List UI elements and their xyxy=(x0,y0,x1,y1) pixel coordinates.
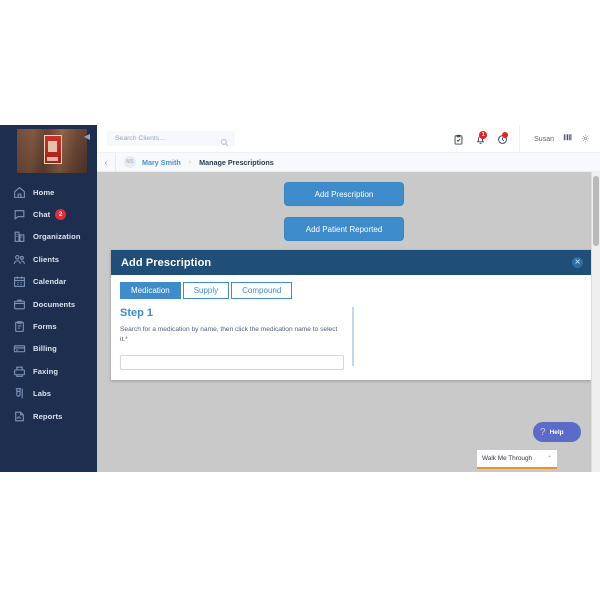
header-icon-group: 1 Susan xyxy=(447,125,600,153)
medication-search-input[interactable] xyxy=(120,354,344,370)
faxing-icon xyxy=(13,365,26,378)
organization-icon xyxy=(13,230,26,243)
home-icon xyxy=(13,186,26,199)
sidebar-item-label: Reports xyxy=(33,411,63,421)
client-search-box[interactable] xyxy=(107,131,235,147)
panel-body: Medication Supply Compound Step 1 Search… xyxy=(111,275,591,380)
sidebar-item-reports[interactable]: Reports xyxy=(0,405,97,427)
search-input[interactable] xyxy=(113,134,220,143)
reports-icon xyxy=(13,410,26,423)
notification-count-badge: 1 xyxy=(479,131,488,139)
left-sidebar: ◀ Home Chat 2 Organization Clients Calen… xyxy=(0,125,97,472)
barcode-icon[interactable] xyxy=(562,130,573,148)
sidebar-collapse-toggle[interactable]: ◀ xyxy=(82,132,92,142)
sidebar-item-home[interactable]: Home xyxy=(0,181,97,203)
clock-help-icon[interactable] xyxy=(491,125,513,153)
user-menu[interactable]: Susan xyxy=(519,125,600,153)
chevron-left-icon[interactable]: ‹ xyxy=(97,158,115,167)
breadcrumb-patient-link[interactable]: Mary Smith xyxy=(142,158,181,167)
sidebar-item-label: Home xyxy=(33,187,55,197)
sidebar-item-organization[interactable]: Organization xyxy=(0,226,97,248)
step-description-text: Search for a medication by name, then cl… xyxy=(120,326,338,343)
calendar-icon xyxy=(13,275,26,288)
prescription-type-tabs: Medication Supply Compound xyxy=(120,282,582,299)
chat-unread-badge: 2 xyxy=(55,208,66,220)
sidebar-item-billing[interactable]: Billing xyxy=(0,338,97,360)
user-name-label: Susan xyxy=(534,135,554,143)
top-header-bar: 1 Susan xyxy=(97,125,600,153)
sidebar-item-label: Billing xyxy=(33,344,57,354)
chevron-up-icon: ⌃ xyxy=(546,456,552,462)
sidebar-item-documents[interactable]: Documents xyxy=(0,293,97,315)
walk-me-through-label: Walk Me Through xyxy=(482,455,533,462)
forms-icon xyxy=(13,320,26,333)
clients-icon xyxy=(13,253,26,266)
sidebar-item-label: Documents xyxy=(33,299,76,309)
breadcrumb: ‹ MS Mary Smith › Manage Prescriptions xyxy=(97,152,600,172)
documents-icon xyxy=(13,298,26,311)
tab-compound[interactable]: Compound xyxy=(231,282,293,299)
gear-icon[interactable] xyxy=(581,130,590,148)
step-right-column xyxy=(354,305,582,370)
labs-icon xyxy=(13,387,26,400)
page-content: Add Prescription Add Patient Reported Ad… xyxy=(97,172,600,472)
notification-bell-icon[interactable]: 1 xyxy=(469,125,491,153)
content-scrollbar[interactable] xyxy=(591,172,600,472)
step-title: Step 1 xyxy=(120,307,154,319)
sidebar-item-chat[interactable]: Chat 2 xyxy=(0,203,97,225)
page-action-buttons: Add Prescription Add Patient Reported xyxy=(97,172,591,241)
chat-icon xyxy=(13,208,26,221)
sidebar-item-label: Faxing xyxy=(33,366,59,376)
sidebar-item-label: Calendar xyxy=(33,277,67,287)
tab-medication[interactable]: Medication xyxy=(120,282,181,299)
close-icon[interactable]: ✕ xyxy=(572,257,583,268)
practice-logo[interactable] xyxy=(17,129,87,173)
sidebar-item-label: Chat xyxy=(33,210,51,220)
walk-me-through-button[interactable]: Walk Me Through ⌃ xyxy=(477,450,557,469)
sidebar-item-forms[interactable]: Forms xyxy=(0,315,97,337)
add-patient-reported-button[interactable]: Add Patient Reported xyxy=(284,217,404,241)
panel-title: Add Prescription xyxy=(121,256,212,269)
panel-header: Add Prescription ✕ xyxy=(111,250,591,275)
avatar: MS xyxy=(124,156,136,168)
sidebar-item-label: Labs xyxy=(33,389,52,399)
breadcrumb-divider xyxy=(115,152,116,172)
sidebar-item-faxing[interactable]: Faxing xyxy=(0,360,97,382)
application-window: ◀ Home Chat 2 Organization Clients Calen… xyxy=(0,125,600,472)
required-marker: * xyxy=(125,335,128,343)
step-left-column: Step 1 Search for a medication by name, … xyxy=(120,305,352,370)
billing-icon xyxy=(13,342,26,355)
clipboard-check-icon[interactable] xyxy=(447,125,469,153)
sidebar-nav-list: Home Chat 2 Organization Clients Calenda… xyxy=(0,181,97,427)
sidebar-item-clients[interactable]: Clients xyxy=(0,248,97,270)
sidebar-item-label: Forms xyxy=(33,322,57,332)
logo-sign-graphic xyxy=(43,135,62,165)
add-prescription-panel: Add Prescription ✕ Medication Supply Com… xyxy=(111,250,591,380)
search-icon xyxy=(220,134,229,147)
sidebar-item-calendar[interactable]: Calendar xyxy=(0,271,97,293)
practice-logo-photo xyxy=(17,129,87,173)
chevron-right-icon: › xyxy=(188,158,192,166)
step-columns: Step 1 Search for a medication by name, … xyxy=(120,305,582,370)
main-region: 1 Susan ‹ xyxy=(97,125,600,472)
sidebar-item-label: Organization xyxy=(33,232,81,242)
tab-supply[interactable]: Supply xyxy=(182,282,230,299)
question-mark-icon: ? xyxy=(540,426,546,438)
breadcrumb-current-page: Manage Prescriptions xyxy=(199,157,274,167)
add-prescription-button[interactable]: Add Prescription xyxy=(284,182,404,206)
step-description: Search for a medication by name, then cl… xyxy=(120,325,344,345)
sidebar-item-labs[interactable]: Labs xyxy=(0,383,97,405)
help-button[interactable]: ? Help xyxy=(533,422,581,442)
help-label: Help xyxy=(549,428,564,436)
sidebar-item-label: Clients xyxy=(33,254,60,264)
content-scrollbar-thumb[interactable] xyxy=(593,176,599,246)
